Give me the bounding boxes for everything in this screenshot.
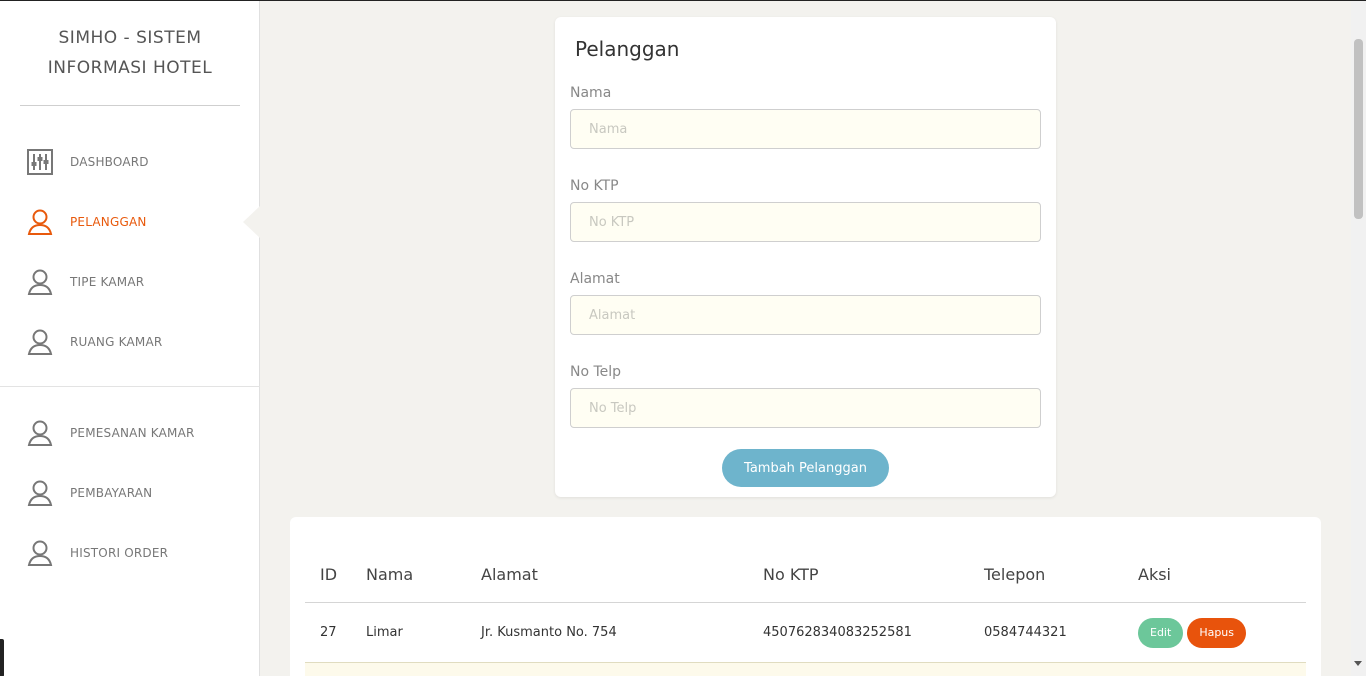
column-header-aksi: Aksi — [1138, 565, 1171, 584]
nama-label: Nama — [570, 85, 612, 101]
column-header-nama: Nama — [366, 565, 414, 584]
brand-line-1: SIMHO - SISTEM — [58, 28, 202, 48]
no-ktp-label: No KTP — [570, 178, 619, 194]
alamat-label: Alamat — [570, 271, 620, 287]
active-indicator — [243, 206, 260, 238]
cell-alamat: Jr. Kusmanto No. 754 — [481, 625, 617, 640]
sidebar-item-pelanggan[interactable]: PELANGGAN — [26, 206, 256, 238]
sidebar: SIMHO - SISTEM INFORMASI HOTEL DASHBOARD… — [0, 1, 260, 676]
scroll-down-arrow-icon[interactable] — [1354, 661, 1362, 666]
table-row-partial — [305, 663, 1306, 676]
user-icon — [26, 268, 54, 296]
user-icon — [26, 328, 54, 356]
user-icon — [26, 539, 54, 567]
column-header-id: ID — [320, 565, 338, 584]
alamat-input[interactable] — [570, 295, 1041, 335]
sidebar-item-ruang-kamar[interactable]: RUANG KAMAR — [26, 326, 256, 358]
sidebar-item-label: PEMBAYARAN — [70, 486, 153, 500]
user-icon — [26, 208, 54, 236]
sidebar-item-label: TIPE KAMAR — [70, 275, 145, 289]
edit-button[interactable]: Edit — [1138, 617, 1184, 648]
sidebar-item-tipe-kamar[interactable]: TIPE KAMAR — [26, 266, 256, 298]
sidebar-item-label: HISTORI ORDER — [70, 546, 169, 560]
nama-input[interactable] — [570, 109, 1041, 149]
customer-table-card: ID Nama Alamat No KTP Telepon Aksi 27 Li… — [290, 517, 1321, 676]
sidebar-item-label: PEMESANAN KAMAR — [70, 426, 195, 440]
customer-form-card: Pelanggan Nama No KTP Alamat No Telp Tam… — [555, 17, 1056, 497]
user-icon — [26, 419, 54, 447]
add-customer-button[interactable]: Tambah Pelanggan — [722, 449, 889, 487]
delete-button[interactable]: Hapus — [1187, 617, 1247, 648]
brand-line-2: INFORMASI HOTEL — [47, 58, 213, 78]
cell-nama: Limar — [366, 625, 403, 640]
brand-divider — [20, 105, 240, 106]
scrollbar-thumb[interactable] — [1354, 39, 1363, 219]
sidebar-item-pemesanan-kamar[interactable]: PEMESANAN KAMAR — [26, 417, 256, 449]
app-brand: SIMHO - SISTEM INFORMASI HOTEL — [20, 23, 240, 83]
sidebar-item-dashboard[interactable]: DASHBOARD — [26, 146, 256, 178]
cell-telepon: 0584744321 — [984, 625, 1067, 640]
sidebar-item-label: PELANGGAN — [70, 215, 147, 229]
table-row: 27 Limar Jr. Kusmanto No. 754 4507628340… — [305, 603, 1306, 663]
column-header-no-ktp: No KTP — [763, 565, 819, 584]
page-scrollbar[interactable] — [1351, 1, 1366, 676]
cell-aksi: Edit Hapus — [1138, 603, 1247, 662]
cell-id: 27 — [320, 625, 337, 640]
sidebar-item-histori-order[interactable]: HISTORI ORDER — [26, 537, 256, 569]
no-telp-input[interactable] — [570, 388, 1041, 428]
no-ktp-input[interactable] — [570, 202, 1041, 242]
table-header-row: ID Nama Alamat No KTP Telepon Aksi — [305, 547, 1306, 603]
nav-divider — [0, 386, 260, 387]
user-icon — [26, 479, 54, 507]
cell-no-ktp: 450762834083252581 — [763, 625, 912, 640]
column-header-alamat: Alamat — [481, 565, 538, 584]
form-title: Pelanggan — [575, 37, 680, 61]
corner-tab — [0, 639, 4, 676]
no-telp-label: No Telp — [570, 364, 622, 380]
customer-table: ID Nama Alamat No KTP Telepon Aksi 27 Li… — [305, 547, 1306, 663]
column-header-telepon: Telepon — [984, 565, 1046, 584]
sidebar-item-label: DASHBOARD — [70, 155, 149, 169]
sidebar-item-pembayaran[interactable]: PEMBAYARAN — [26, 477, 256, 509]
sliders-icon — [26, 148, 54, 176]
sidebar-item-label: RUANG KAMAR — [70, 335, 163, 349]
